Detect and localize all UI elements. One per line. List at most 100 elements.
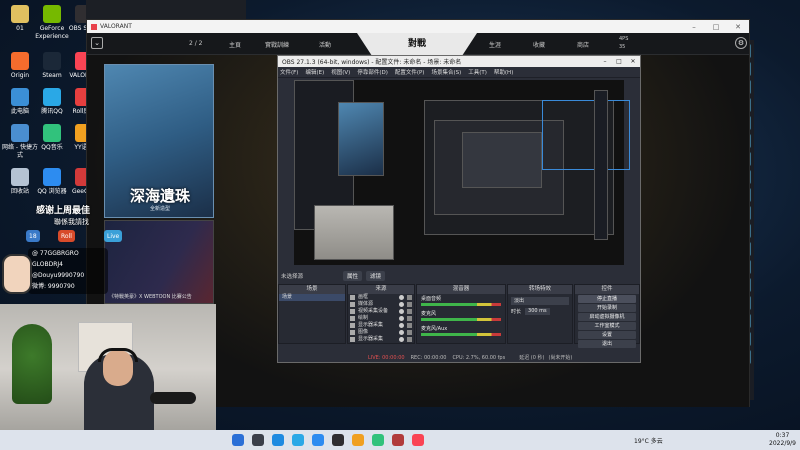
rec-status: REC: 00:00:00	[410, 354, 447, 361]
maximize-icon[interactable]: □	[705, 23, 727, 31]
menu-docks[interactable]: 停靠部件(D)	[357, 68, 388, 76]
music-icon[interactable]	[372, 434, 384, 446]
menu-edit[interactable]: 编辑(E)	[305, 68, 324, 76]
nav-home[interactable]: 主頁	[229, 40, 241, 49]
app-icon[interactable]	[392, 434, 404, 446]
source-item[interactable]: 媒体源	[348, 301, 414, 308]
sources-panel: 来源 画框 媒体源 视频采集设备 绘制 显示器采集 图像 显示器采集	[347, 284, 415, 344]
source-item[interactable]: 绘制	[348, 315, 414, 322]
obs-preview[interactable]	[294, 80, 630, 265]
play-tab[interactable]: 對戰	[357, 33, 477, 55]
menu-help[interactable]: 帮助(H)	[494, 68, 513, 76]
visibility-eye-icon[interactable]	[399, 323, 404, 328]
nav-career[interactable]: 生涯	[489, 40, 501, 49]
stream-banner: 感谢上周最佳	[36, 206, 91, 216]
badge-live: Live	[104, 230, 123, 242]
menu-view[interactable]: 视图(V)	[331, 68, 350, 76]
virtual-camera-button[interactable]: 启动虚拟摄像机	[578, 313, 636, 321]
task-view-icon[interactable]	[252, 434, 264, 446]
settings-gear-icon[interactable]: ⚙	[735, 37, 747, 49]
desktop-icon[interactable]: 此电脑	[2, 88, 38, 116]
nav-training[interactable]: 實戰訓練	[265, 40, 289, 49]
obs-taskbar-icon[interactable]	[332, 434, 344, 446]
edge-icon[interactable]	[272, 434, 284, 446]
properties-button[interactable]: 属性	[343, 271, 363, 281]
visibility-eye-icon[interactable]	[399, 337, 404, 342]
visibility-eye-icon[interactable]	[399, 295, 404, 300]
desktop-icon[interactable]: Steam	[34, 52, 70, 80]
desktop-icon[interactable]: 腾讯QQ	[34, 88, 70, 116]
source-type-icon	[350, 309, 355, 314]
qq-icon[interactable]	[292, 434, 304, 446]
lock-icon[interactable]	[407, 309, 412, 314]
filters-button[interactable]: 滤镜	[366, 271, 386, 281]
nav-store[interactable]: 商店	[577, 40, 589, 49]
desktop-icon[interactable]: 网络 - 快捷方式	[2, 124, 38, 160]
scenes-header: 场景	[279, 285, 345, 294]
lock-icon[interactable]	[407, 337, 412, 342]
desktop-icon[interactable]: 回收站	[2, 168, 38, 196]
clock[interactable]: 0:37 2022/9/9	[769, 432, 796, 448]
source-item[interactable]: 显示器采集	[348, 336, 414, 343]
desktop-icon-label: Origin	[10, 72, 30, 79]
source-item[interactable]: 视频采集设备	[348, 308, 414, 315]
lock-icon[interactable]	[407, 323, 412, 328]
stop-streaming-button[interactable]: 停止直播	[578, 295, 636, 303]
mixer-channel-label: 麦克风/Aux	[421, 326, 448, 332]
folder-icon[interactable]	[352, 434, 364, 446]
lock-icon[interactable]	[407, 330, 412, 335]
lock-icon[interactable]	[407, 302, 412, 307]
weather-widget[interactable]: 19°C 多云	[634, 436, 663, 445]
minimize-icon[interactable]: –	[683, 23, 705, 31]
start-icon[interactable]	[232, 434, 244, 446]
menu-icon[interactable]: ⌄	[91, 37, 103, 49]
source-item[interactable]: 图像	[348, 329, 414, 336]
obs-maximize-icon[interactable]: □	[612, 58, 626, 65]
lock-icon[interactable]	[407, 295, 412, 300]
headphones	[98, 348, 138, 362]
scene-item[interactable]: 场景	[279, 294, 345, 301]
visibility-eye-icon[interactable]	[399, 302, 404, 307]
delay-status: 延迟 (0 秒)	[519, 355, 545, 361]
app-icon	[11, 168, 29, 186]
source-item[interactable]: 画框	[348, 294, 414, 301]
desktop-icon[interactable]: 01	[2, 5, 38, 33]
desktop-icon-label: 01	[16, 25, 24, 32]
qq-browser-icon[interactable]	[312, 434, 324, 446]
menu-scene-collection[interactable]: 场景集合(S)	[431, 68, 461, 76]
transition-select[interactable]: 淡出	[511, 297, 569, 305]
duration-input[interactable]: 300 ms	[525, 308, 550, 315]
desktop-icon[interactable]: Origin	[2, 52, 38, 80]
volume-meter[interactable]	[421, 333, 501, 336]
nav-events[interactable]: 活動	[319, 40, 331, 49]
studio-mode-button[interactable]: 工作室模式	[578, 322, 636, 330]
source-item[interactable]: 显示器采集	[348, 322, 414, 329]
menu-file[interactable]: 文件(F)	[280, 68, 298, 76]
desktop-icon[interactable]: QQ音乐	[34, 124, 70, 152]
menu-tools[interactable]: 工具(T)	[468, 68, 487, 76]
exit-button[interactable]: 退出	[578, 340, 636, 348]
close-icon[interactable]: ✕	[727, 23, 749, 31]
valorant-taskbar-icon[interactable]	[412, 434, 424, 446]
nav-collection[interactable]: 收藏	[533, 40, 545, 49]
menu-profile[interactable]: 配置文件(P)	[395, 68, 425, 76]
social-line: GLOBDRJ4	[32, 261, 63, 268]
volume-meter[interactable]	[421, 303, 501, 306]
obs-statusbar: LIVE: 00:00:00 REC: 00:00:00 CPU: 2.7%, …	[278, 352, 640, 363]
obs-close-icon[interactable]: ✕	[626, 58, 640, 65]
obs-minimize-icon[interactable]: –	[598, 58, 612, 65]
desktop-icon[interactable]: GeForce Experience	[34, 5, 70, 41]
start-recording-button[interactable]: 开始录制	[578, 304, 636, 312]
desktop-icon[interactable]: QQ 浏览器	[34, 168, 70, 196]
settings-button[interactable]: 设置	[578, 331, 636, 339]
promo-panel-skin[interactable]: 深海遺珠 全新造型	[104, 64, 214, 218]
source-label: 显示器采集	[358, 322, 384, 328]
currency-rp: 35	[619, 44, 626, 50]
visibility-eye-icon[interactable]	[399, 309, 404, 314]
obs-window[interactable]: OBS 27.1.3 (64-bit, windows) - 配置文件: 未命名…	[277, 55, 641, 363]
mixer-row: 麦克风	[417, 309, 505, 324]
lock-icon[interactable]	[407, 316, 412, 321]
visibility-eye-icon[interactable]	[399, 316, 404, 321]
visibility-eye-icon[interactable]	[399, 330, 404, 335]
volume-meter[interactable]	[421, 318, 501, 321]
